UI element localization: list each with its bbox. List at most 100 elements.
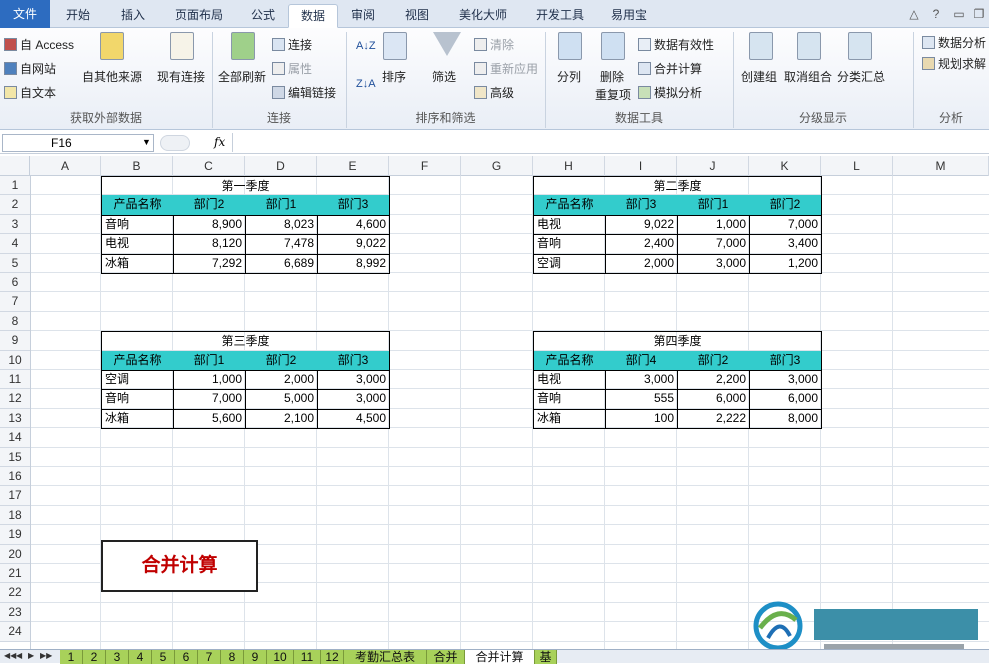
name-box[interactable]: F16 (2, 134, 154, 152)
column-header-B[interactable]: B (101, 156, 173, 176)
row-header-24[interactable]: 24 (0, 622, 30, 642)
table-cell[interactable]: 冰箱 (101, 253, 174, 274)
column-header-I[interactable]: I (605, 156, 677, 176)
table-cell[interactable]: 电视 (533, 214, 606, 236)
table-cell[interactable]: 音响 (101, 214, 174, 236)
row-header-19[interactable]: 19 (0, 525, 30, 545)
menu-tab-3[interactable]: 页面布局 (160, 4, 238, 28)
table-cell[interactable]: 7,292 (173, 253, 246, 274)
table-cell[interactable]: 9,022 (605, 214, 678, 236)
sheet-nav-icon-1[interactable]: ◀ (16, 651, 22, 660)
table-cell[interactable]: 2,400 (605, 234, 678, 255)
sheet-tab-8[interactable]: 9 (244, 650, 267, 664)
table-cell[interactable]: 6,000 (749, 389, 822, 410)
data-analysis-button[interactable]: 数据分析 (922, 34, 986, 51)
sheet-tab-5[interactable]: 6 (175, 650, 198, 664)
table-cell[interactable]: 3,000 (605, 370, 678, 391)
row-header-8[interactable]: 8 (0, 311, 30, 332)
column-header-C[interactable]: C (173, 156, 245, 176)
sheet-tab-1[interactable]: 2 (83, 650, 106, 664)
row-header-5[interactable]: 5 (0, 253, 30, 273)
table-cell[interactable]: 2,200 (677, 370, 750, 391)
table-cell[interactable]: 7,000 (173, 389, 246, 410)
formula-input[interactable] (232, 133, 987, 152)
table-cell[interactable]: 1,000 (677, 214, 750, 236)
table-cell[interactable]: 2,000 (245, 370, 318, 391)
table-cell[interactable]: 8,000 (749, 408, 822, 430)
name-box-dropdown-icon[interactable]: ▼ (142, 137, 151, 147)
table-cell[interactable]: 8,023 (245, 214, 318, 236)
fx-icon[interactable]: fx (214, 135, 225, 149)
consolidate-button[interactable]: 合并计算 (638, 60, 702, 77)
table-cell[interactable]: 9,022 (317, 234, 390, 255)
collapse-ribbon-icon[interactable]: △ (905, 5, 923, 23)
table-cell[interactable]: 2,222 (677, 408, 750, 430)
restore-icon[interactable]: ❐ (970, 5, 988, 23)
column-header-A[interactable]: A (30, 156, 101, 176)
sheet-tab-13[interactable]: 合并 (427, 650, 465, 664)
row-header-21[interactable]: 21 (0, 564, 30, 584)
menu-tab-10[interactable]: 易用宝 (600, 4, 658, 28)
advanced-button[interactable]: 高级 (474, 84, 514, 101)
table-cell[interactable]: 电视 (101, 234, 174, 255)
row-header-16[interactable]: 16 (0, 467, 30, 487)
column-header-K[interactable]: K (749, 156, 821, 176)
table-cell[interactable]: 8,120 (173, 234, 246, 255)
what-if-button[interactable]: 模拟分析 (638, 84, 702, 101)
from-web-button[interactable]: 自网站 (4, 60, 56, 77)
menu-tab-0[interactable]: 文件 (0, 0, 50, 28)
sheet-tab-14[interactable]: 合并计算 (465, 650, 535, 664)
row-header-11[interactable]: 11 (0, 370, 30, 390)
ungroup-button[interactable]: 取消组合 (784, 68, 832, 85)
sheet-tab-2[interactable]: 3 (106, 650, 129, 664)
sheet-tab-15[interactable]: 基 (535, 650, 557, 664)
sheet-tab-3[interactable]: 4 (129, 650, 152, 664)
table-cell[interactable]: 3,000 (749, 370, 822, 391)
table-cell[interactable]: 5,000 (245, 389, 318, 410)
row-header-17[interactable]: 17 (0, 486, 30, 506)
column-header-E[interactable]: E (317, 156, 389, 176)
table-cell[interactable]: 1,000 (173, 370, 246, 391)
column-header-D[interactable]: D (245, 156, 317, 176)
edit-links-button[interactable]: 编辑链接 (272, 84, 336, 101)
help-icon[interactable]: ? (927, 5, 945, 23)
table-cell[interactable]: 空调 (101, 370, 174, 391)
sort-button[interactable]: 排序 (382, 68, 406, 85)
column-header-H[interactable]: H (533, 156, 605, 176)
merge-calc-button[interactable]: 合并计算 (101, 540, 258, 592)
row-header-3[interactable]: 3 (0, 214, 30, 235)
sheet-tab-10[interactable]: 11 (294, 650, 321, 664)
sheet-tab-6[interactable]: 7 (198, 650, 221, 664)
from-text-button[interactable]: 自文本 (4, 84, 56, 101)
sheet-tab-7[interactable]: 8 (221, 650, 244, 664)
refresh-all-button[interactable]: 全部刷新 (218, 68, 266, 85)
group-button[interactable]: 创建组 (741, 68, 777, 85)
table-cell[interactable]: 音响 (101, 389, 174, 410)
column-header-M[interactable]: M (893, 156, 989, 176)
row-header-12[interactable]: 12 (0, 389, 30, 409)
table-cell[interactable]: 3,000 (677, 253, 750, 274)
column-header-G[interactable]: G (461, 156, 533, 176)
subtotal-button[interactable]: 分类汇总 (837, 68, 885, 85)
menu-tab-1[interactable]: 开始 (50, 4, 106, 28)
row-header-20[interactable]: 20 (0, 544, 30, 564)
menu-tab-9[interactable]: 开发工具 (520, 4, 600, 28)
sheet-tab-0[interactable]: 1 (60, 650, 83, 664)
clear-button[interactable]: 清除 (474, 36, 514, 53)
row-header-9[interactable]: 9 (0, 331, 30, 351)
row-header-18[interactable]: 18 (0, 505, 30, 526)
solver-button[interactable]: 规划求解 (922, 55, 986, 72)
row-header-23[interactable]: 23 (0, 602, 30, 623)
text-to-columns-button[interactable]: 分列 (557, 68, 581, 85)
table-cell[interactable]: 7,000 (677, 234, 750, 255)
table-cell[interactable]: 6,689 (245, 253, 318, 274)
menu-tab-8[interactable]: 美化大师 (446, 4, 520, 28)
existing-conn-button[interactable]: 现有连接 (157, 68, 205, 85)
sort-desc-icon[interactable]: Z↓A (356, 78, 376, 90)
properties-button[interactable]: 属性 (272, 60, 312, 77)
table-cell[interactable]: 2,100 (245, 408, 318, 430)
table-cell[interactable]: 8,900 (173, 214, 246, 236)
menu-tab-7[interactable]: 视图 (388, 4, 446, 28)
table-cell[interactable]: 100 (605, 408, 678, 430)
row-header-7[interactable]: 7 (0, 292, 30, 312)
